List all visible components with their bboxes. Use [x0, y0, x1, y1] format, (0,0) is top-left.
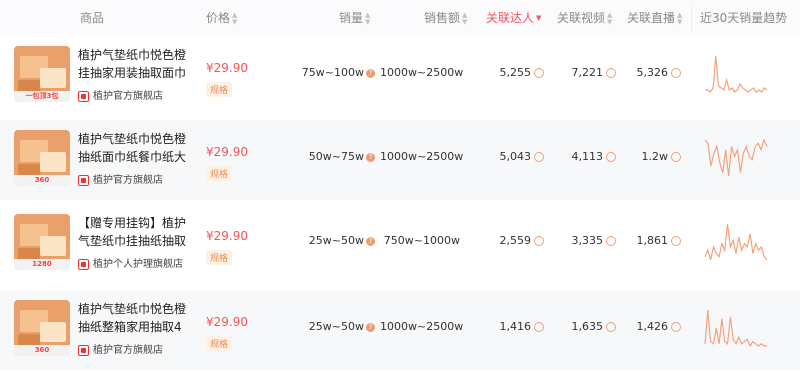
price: ¥29.90 [206, 61, 248, 75]
info-icon[interactable]: ? [366, 322, 375, 332]
videos-count: 4,113 [560, 149, 616, 163]
sales-amount: 1000w~2500w [380, 320, 464, 333]
sort-desc-icon[interactable]: ▼ [536, 15, 541, 22]
sales-trend-sparkline[interactable] [703, 138, 769, 178]
more-icon[interactable] [671, 149, 681, 162]
product-thumbnail[interactable]: 一包顶3包 [14, 46, 70, 102]
table-row[interactable]: 360 植护气垫纸巾悦色橙抽纸面巾纸餐巾纸大包... 植护官方旗舰店 ¥29.9… [0, 120, 800, 200]
sort-icon[interactable]: ▲ ▼ [677, 11, 682, 26]
live-count: 5,326 [625, 65, 681, 79]
product-thumbnail[interactable]: 360 [14, 130, 70, 186]
more-icon[interactable] [534, 233, 544, 246]
shop-icon [78, 90, 89, 102]
more-icon[interactable] [671, 233, 681, 246]
sales-amount: 1000w~2500w [380, 66, 464, 79]
sort-icon[interactable]: ▲ ▼ [232, 11, 237, 26]
product-thumbnail[interactable]: 1280 [14, 214, 70, 270]
sort-icon[interactable]: ▲ ▼ [607, 11, 612, 26]
spec-link[interactable]: 规格 [206, 82, 233, 97]
sales-volume: 75w~100w? [300, 66, 375, 79]
info-icon[interactable]: ? [366, 68, 375, 78]
trend-line [705, 55, 768, 93]
info-icon[interactable]: ? [366, 236, 375, 246]
header-product: 商品 [80, 11, 105, 25]
trend-line [704, 223, 768, 261]
sales-trend-sparkline[interactable] [703, 222, 769, 262]
price: ¥29.90 [206, 315, 248, 329]
price: ¥29.90 [206, 145, 248, 159]
more-icon[interactable] [606, 233, 616, 246]
sales-amount: 750w~1000w [383, 234, 460, 247]
more-icon[interactable] [534, 65, 544, 78]
spec-link[interactable]: 规格 [206, 336, 233, 351]
trend-line [704, 138, 768, 177]
shop-name[interactable]: 植护官方旗舰店 [78, 174, 163, 188]
header-live[interactable]: 关联直播 ▲ ▼ [627, 0, 682, 36]
header-sales-volume[interactable]: 销量 ▲ ▼ [339, 0, 370, 36]
more-icon[interactable] [671, 65, 681, 78]
spec-link[interactable]: 规格 [206, 166, 233, 181]
influencers-count: 5,255 [470, 65, 544, 79]
product-title[interactable]: 【赠专用挂钩】植护气垫纸巾挂抽纸抽取式... [78, 214, 196, 250]
more-icon[interactable] [534, 149, 544, 162]
spec-link[interactable]: 规格 [206, 250, 233, 265]
influencers-count: 1,416 [470, 319, 544, 333]
videos-count: 1,635 [560, 319, 616, 333]
shop-name[interactable]: 植护官方旗舰店 [78, 90, 163, 104]
price: ¥29.90 [206, 229, 248, 243]
product-ranking-table: 商品 价格 ▲ ▼ 销量 ▲ ▼ 销售额 ▲ ▼ 关联达人 ▼ 关联视频 ▲ ▼ 关联直播 ▲ ▼ 近… [0, 0, 800, 373]
sort-icon[interactable]: ▲ ▼ [365, 11, 370, 26]
product-title[interactable]: 植护气垫纸巾悦色橙抽纸整箱家用抽取4层... [78, 300, 196, 336]
sales-amount: 1000w~2500w [380, 150, 464, 163]
table-row[interactable]: 1280 【赠专用挂钩】植护气垫纸巾挂抽纸抽取式... 植护个人护理旗舰店 ¥2… [0, 204, 800, 284]
sales-trend-sparkline[interactable] [703, 308, 769, 348]
header-videos[interactable]: 关联视频 ▲ ▼ [557, 0, 612, 36]
header-influencers[interactable]: 关联达人 ▼ [486, 0, 541, 36]
influencers-count: 2,559 [470, 233, 544, 247]
header-divider [691, 6, 692, 30]
shop-name[interactable]: 植护官方旗舰店 [78, 344, 163, 358]
info-icon[interactable]: ? [366, 152, 375, 162]
sales-volume: 50w~75w? [300, 150, 375, 163]
influencers-count: 5,043 [470, 149, 544, 163]
more-icon[interactable] [534, 319, 544, 332]
shop-name[interactable]: 植护个人护理旗舰店 [78, 258, 183, 272]
live-count: 1,861 [625, 233, 681, 247]
sales-volume: 25w~50w? [300, 320, 375, 333]
sales-volume: 25w~50w? [300, 234, 375, 247]
more-icon[interactable] [606, 149, 616, 162]
shop-icon [78, 344, 89, 356]
header-price[interactable]: 价格 ▲ ▼ [206, 0, 237, 36]
table-row[interactable]: 360 植护气垫纸巾悦色橙抽纸整箱家用抽取4层... 植护官方旗舰店 ¥29.9… [0, 290, 800, 370]
product-thumbnail[interactable]: 360 [14, 300, 70, 356]
trend-line [704, 309, 767, 348]
videos-count: 7,221 [560, 65, 616, 79]
product-title[interactable]: 植护气垫纸巾悦色橙挂抽家用装抽取面巾纸... [78, 46, 196, 82]
table-row[interactable]: 一包顶3包 植护气垫纸巾悦色橙挂抽家用装抽取面巾纸... 植护官方旗舰店 ¥29… [0, 36, 800, 116]
sort-icon[interactable]: ▲ ▼ [462, 11, 467, 26]
videos-count: 3,335 [560, 233, 616, 247]
table-header: 商品 价格 ▲ ▼ 销量 ▲ ▼ 销售额 ▲ ▼ 关联达人 ▼ 关联视频 ▲ ▼ 关联直播 ▲ ▼ 近… [0, 0, 800, 36]
header-sales-amount[interactable]: 销售额 ▲ ▼ [424, 0, 467, 36]
more-icon[interactable] [671, 319, 681, 332]
live-count: 1,426 [625, 319, 681, 333]
shop-icon [78, 258, 89, 270]
sales-trend-sparkline[interactable] [703, 54, 769, 94]
live-count: 1.2w [625, 149, 681, 163]
more-icon[interactable] [606, 65, 616, 78]
more-icon[interactable] [606, 319, 616, 332]
product-title[interactable]: 植护气垫纸巾悦色橙抽纸面巾纸餐巾纸大包... [78, 130, 196, 166]
shop-icon [78, 174, 89, 186]
header-trend: 近30天销量趋势 [700, 11, 788, 25]
